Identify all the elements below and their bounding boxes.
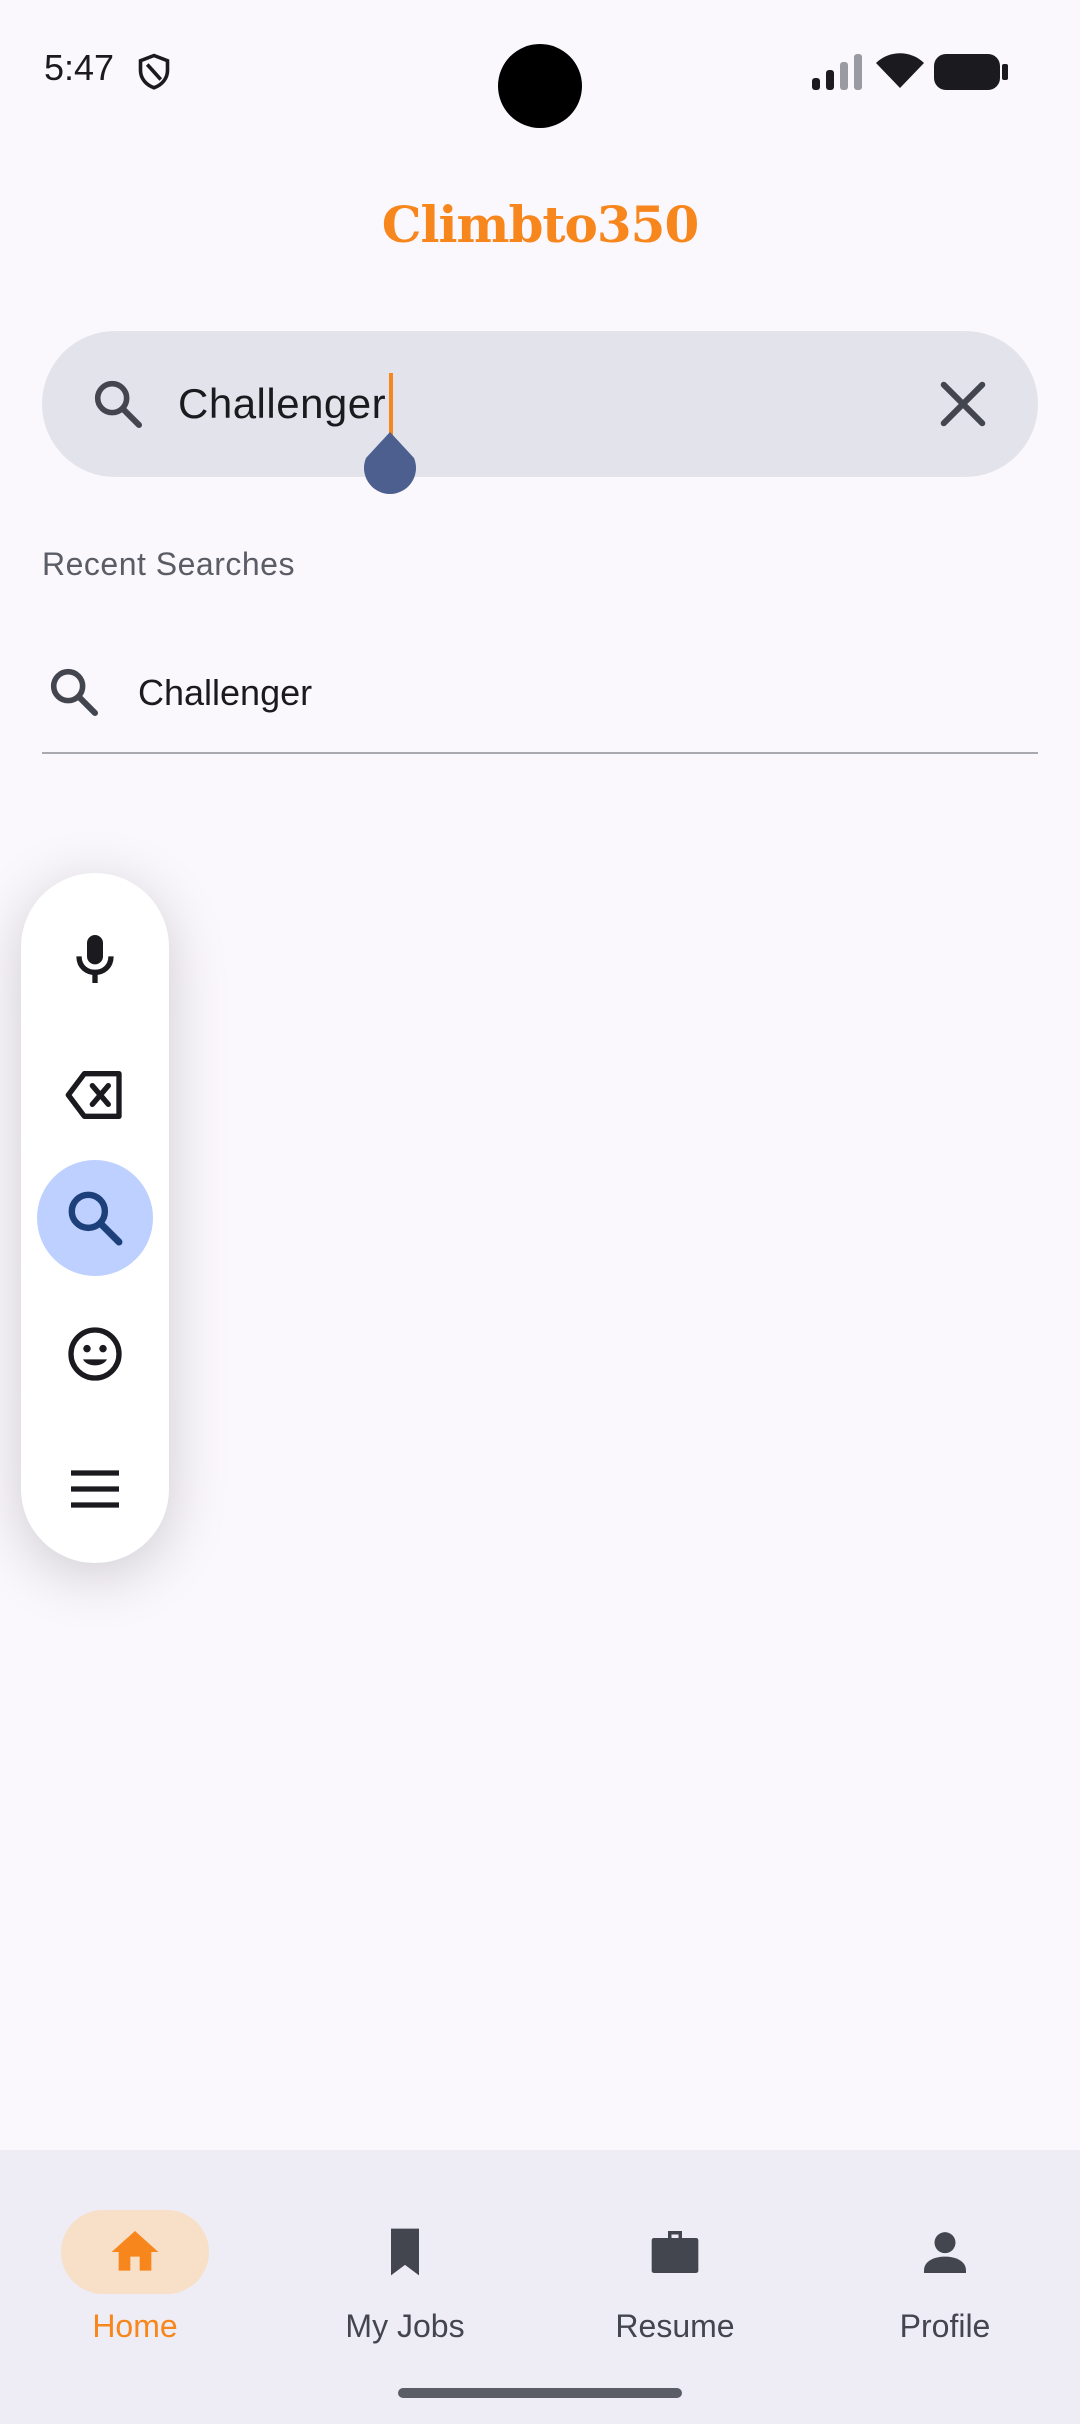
microphone-icon	[76, 935, 114, 983]
recent-search-label: Challenger	[138, 672, 313, 713]
shield-icon	[138, 53, 170, 90]
emoji-button[interactable]	[37, 1296, 153, 1412]
person-icon	[924, 2232, 966, 2273]
camera-cutout	[498, 44, 582, 128]
keyboard-search-button[interactable]	[37, 1160, 153, 1276]
signal-icon	[812, 54, 862, 90]
close-icon[interactable]	[930, 371, 996, 437]
app-logo: Climbto350	[381, 195, 699, 254]
nav-item-profile[interactable]: Profile	[810, 2180, 1080, 2350]
menu-icon	[71, 1470, 119, 1508]
home-icon	[111, 2231, 159, 2271]
status-time: 5:47	[44, 47, 115, 88]
nav-label-profile: Profile	[899, 2308, 991, 2344]
search-icon	[94, 380, 143, 429]
search-input[interactable]: Challenger	[178, 371, 386, 437]
home-indicator[interactable]	[398, 2388, 682, 2398]
backspace-icon	[65, 1071, 122, 1119]
nav-item-resume[interactable]: Resume	[540, 2180, 810, 2350]
briefcase-icon	[651, 2231, 699, 2273]
nav-item-home[interactable]: Home	[0, 2180, 270, 2350]
backspace-button[interactable]	[37, 1037, 153, 1153]
bookmark-icon	[391, 2228, 419, 2276]
recent-searches-title: Recent Searches	[42, 546, 295, 582]
recent-search-item[interactable]: Challenger	[42, 640, 1038, 754]
search-icon	[50, 668, 99, 717]
cursor-handle[interactable]	[362, 432, 418, 502]
wifi-icon	[876, 53, 924, 88]
search-icon	[68, 1191, 123, 1246]
nav-label-home: Home	[92, 2308, 178, 2344]
search-bar[interactable]: Challenger	[42, 331, 1038, 477]
keyboard-floating-toolbar	[21, 873, 169, 1563]
battery-icon	[934, 54, 1008, 90]
bottom-navigation: Home My Jobs Resume Profile	[0, 2150, 1080, 2424]
nav-item-my-jobs[interactable]: My Jobs	[270, 2180, 540, 2350]
text-cursor	[389, 373, 393, 437]
nav-label-resume: Resume	[615, 2308, 735, 2344]
emoji-icon	[68, 1327, 122, 1381]
menu-button[interactable]	[37, 1431, 153, 1547]
microphone-button[interactable]	[37, 901, 153, 1017]
nav-label-my-jobs: My Jobs	[345, 2308, 465, 2344]
